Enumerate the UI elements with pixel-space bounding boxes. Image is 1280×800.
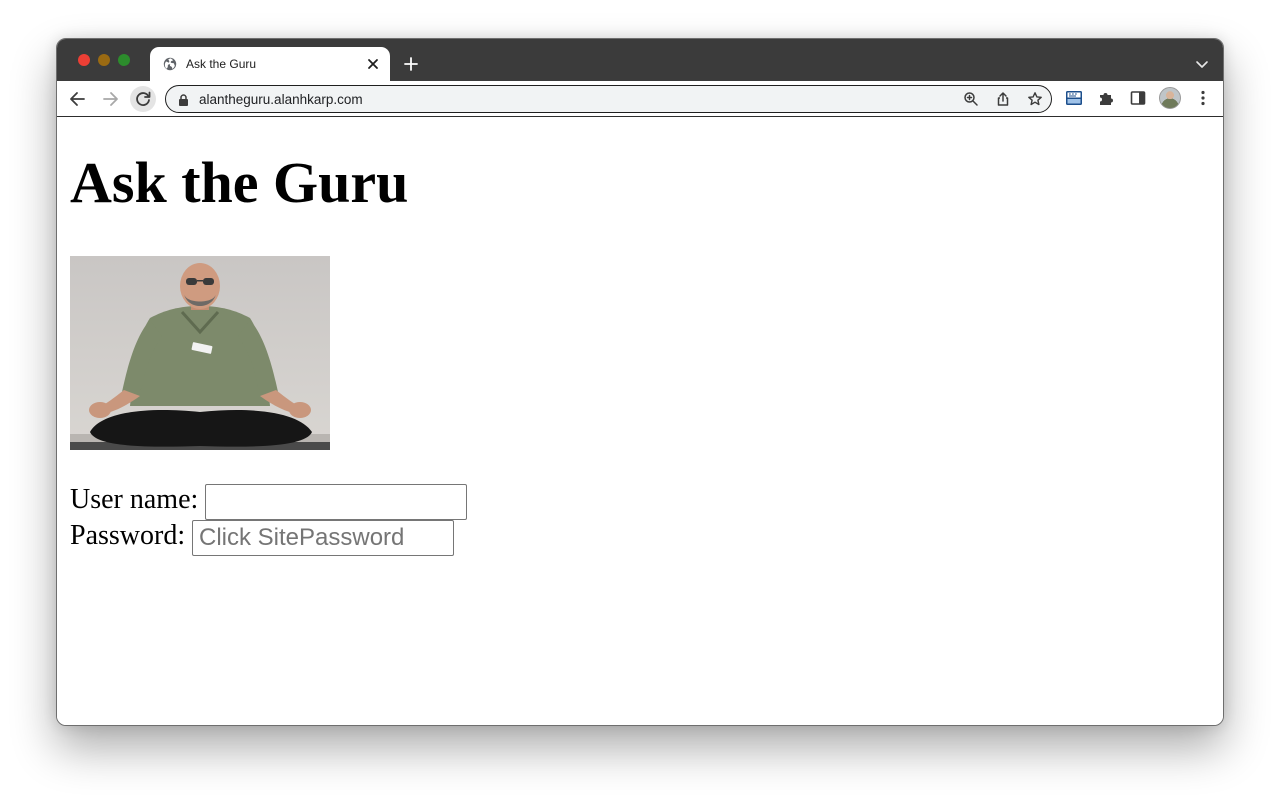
zoom-window-button[interactable]	[118, 54, 130, 66]
chevron-down-icon[interactable]	[1195, 57, 1209, 68]
kebab-menu-icon[interactable]	[1194, 89, 1212, 107]
password-field[interactable]	[192, 520, 454, 556]
username-label: User name:	[70, 484, 199, 515]
address-bar[interactable]: alantheguru.alanhkarp.com	[165, 85, 1052, 113]
side-panel-icon[interactable]	[1129, 89, 1147, 107]
forward-arrow-icon[interactable]	[99, 88, 121, 110]
page-title: Ask the Guru	[70, 150, 409, 215]
star-icon[interactable]	[1027, 91, 1043, 107]
plus-icon[interactable]	[402, 55, 420, 73]
minimize-window-button[interactable]	[98, 54, 110, 66]
globe-icon	[163, 57, 177, 71]
browser-toolbar: alantheguru.alanhkarp.com	[57, 81, 1223, 117]
lock-icon[interactable]	[178, 93, 189, 106]
sitepassword-extension-icon[interactable]	[1065, 89, 1083, 107]
back-arrow-icon[interactable]	[67, 88, 89, 110]
close-icon[interactable]	[366, 57, 380, 71]
password-label: Password:	[70, 520, 186, 551]
tab-title: Ask the Guru	[186, 57, 257, 71]
reload-icon[interactable]	[130, 86, 156, 112]
close-window-button[interactable]	[78, 54, 90, 66]
tab-strip: Ask the Guru	[57, 39, 1223, 81]
meditating-man-photo	[70, 256, 330, 450]
page-content: Ask the Guru User name: Password:	[57, 118, 1223, 725]
tab-ask-the-guru[interactable]: Ask the Guru	[150, 47, 390, 81]
avatar[interactable]	[1159, 87, 1181, 109]
share-icon[interactable]	[995, 91, 1011, 107]
browser-window: Ask the Guru alantheguru.alanhkarp.com A…	[56, 38, 1224, 726]
puzzle-icon[interactable]	[1097, 89, 1115, 107]
username-field[interactable]	[205, 484, 467, 520]
zoom-icon[interactable]	[963, 91, 979, 107]
address-text[interactable]: alantheguru.alanhkarp.com	[199, 92, 363, 107]
